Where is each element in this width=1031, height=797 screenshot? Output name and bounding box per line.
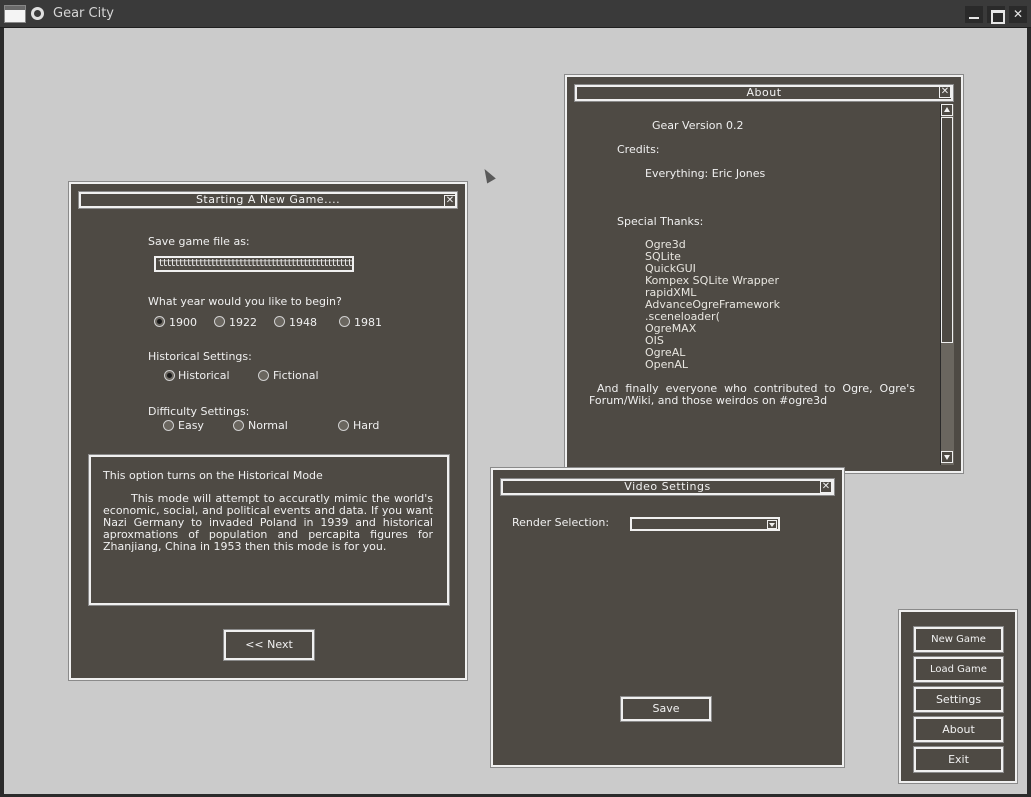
about-panel: About ✕ Gear Version 0.2 Credits: Everyt… (564, 74, 964, 474)
historical-settings-label: Historical Settings: (148, 350, 252, 363)
save-file-input[interactable]: tttttttttttttttttttttttttttttttttttttttt… (154, 256, 354, 272)
hard-option-label: Hard (353, 419, 380, 432)
video-settings-panel: Video Settings ✕ Render Selection: Save (490, 467, 845, 768)
about-thanks-list: Ogre3d SQLite QuickGUI Kompex SQLite Wra… (645, 239, 780, 371)
render-selection-label: Render Selection: (512, 516, 610, 529)
about-title-text: About (746, 86, 782, 99)
video-settings-close-button[interactable]: ✕ (820, 481, 832, 493)
normal-option-label: Normal (248, 419, 288, 432)
scroll-up-icon[interactable] (941, 104, 953, 116)
hard-radio[interactable] (338, 420, 349, 431)
new-game-title-text: Starting A New Game.... (195, 193, 341, 206)
about-title: About (574, 84, 954, 102)
year-1948-radio[interactable] (274, 316, 285, 327)
about-closing-text: And finally everyone who contributed to … (589, 382, 915, 407)
scroll-down-icon[interactable] (941, 451, 953, 463)
historical-option-label: Historical (178, 369, 230, 382)
easy-radio[interactable] (163, 420, 174, 431)
app-window-icon[interactable] (4, 5, 26, 23)
window-title: Gear City (53, 6, 114, 21)
new-game-panel: Starting A New Game.... ✕ Save game file… (68, 181, 468, 681)
year-1900-label: 1900 (169, 316, 197, 329)
year-1900-radio[interactable] (154, 316, 165, 327)
video-save-button[interactable]: Save (620, 696, 712, 722)
mode-description-title: This option turns on the Historical Mode (103, 469, 323, 482)
year-1922-label: 1922 (229, 316, 257, 329)
render-selection-dropdown[interactable] (630, 517, 780, 531)
list-item: OgreMAX (645, 322, 697, 335)
normal-radio[interactable] (233, 420, 244, 431)
difficulty-settings-label: Difficulty Settings: (148, 405, 250, 418)
gear-icon (31, 7, 44, 20)
list-item: OpenAL (645, 358, 689, 371)
about-credits: Everything: Eric Jones (645, 167, 766, 180)
fictional-option-label: Fictional (273, 369, 319, 382)
video-settings-title: Video Settings (500, 478, 835, 496)
year-1981-label: 1981 (354, 316, 382, 329)
maximize-button[interactable] (987, 6, 1005, 24)
year-label: What year would you like to begin? (148, 295, 342, 308)
about-close-button[interactable]: ✕ (939, 86, 951, 98)
close-window-button[interactable]: ✕ (1009, 6, 1027, 23)
next-button[interactable]: << Next (223, 629, 315, 661)
new-game-button[interactable]: New Game (913, 626, 1004, 653)
minimize-button[interactable] (965, 6, 983, 23)
year-1948-label: 1948 (289, 316, 317, 329)
new-game-title: Starting A New Game.... (78, 191, 458, 209)
scroll-thumb[interactable] (941, 117, 953, 343)
load-game-button[interactable]: Load Game (913, 656, 1004, 683)
about-button[interactable]: About (913, 716, 1004, 743)
main-menu-panel: New Game Load Game Settings About Exit (898, 609, 1018, 784)
historical-radio[interactable] (164, 370, 175, 381)
settings-button[interactable]: Settings (913, 686, 1004, 713)
easy-option-label: Easy (178, 419, 204, 432)
about-thanks-label: Special Thanks: (617, 215, 704, 228)
about-credits-label: Credits: (617, 143, 660, 156)
mode-description-box: This option turns on the Historical Mode… (88, 454, 450, 606)
save-file-label: Save game file as: (148, 235, 250, 248)
exit-button[interactable]: Exit (913, 746, 1004, 773)
video-settings-title-text: Video Settings (624, 480, 711, 493)
fictional-radio[interactable] (258, 370, 269, 381)
year-1981-radio[interactable] (339, 316, 350, 327)
mode-description-text: This mode will attempt to accuratly mimi… (103, 492, 433, 553)
chevron-down-icon[interactable] (767, 520, 777, 529)
year-1922-radio[interactable] (214, 316, 225, 327)
about-version: Gear Version 0.2 (652, 119, 744, 132)
about-scrollbar[interactable] (940, 104, 954, 465)
window-titlebar: Gear City ✕ (0, 0, 1031, 28)
new-game-close-button[interactable]: ✕ (444, 195, 456, 207)
